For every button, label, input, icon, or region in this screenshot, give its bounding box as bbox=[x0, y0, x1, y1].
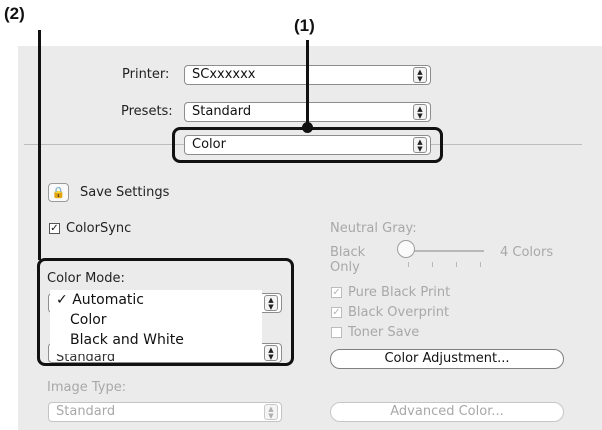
image-type-label: Image Type: bbox=[47, 380, 127, 395]
slider-right-label: 4 Colors bbox=[500, 245, 554, 260]
printer-label: Printer: bbox=[122, 67, 170, 82]
black-overprint-label: Black Overprint bbox=[348, 305, 450, 320]
slider-tick bbox=[408, 262, 409, 267]
neutral-gray-label: Neutral Gray: bbox=[330, 221, 417, 236]
toner-save-checkbox[interactable] bbox=[331, 327, 342, 338]
image-type-value: Standard bbox=[56, 404, 116, 419]
presets-value: Standard bbox=[192, 104, 252, 119]
callout-2-highlight bbox=[37, 258, 294, 366]
callout-1-line bbox=[306, 40, 309, 126]
colorsync-checkbox[interactable]: ✓ bbox=[49, 223, 60, 234]
colorsync-label: ColorSync bbox=[66, 221, 132, 236]
lock-icon[interactable]: 🔒 bbox=[48, 183, 69, 202]
slider-tick bbox=[480, 262, 481, 267]
pure-black-checkbox[interactable]: ✓ bbox=[331, 287, 342, 298]
color-adjustment-button[interactable]: Color Adjustment... bbox=[330, 349, 564, 369]
pure-black-label: Pure Black Print bbox=[348, 285, 451, 300]
slider-tick bbox=[456, 262, 457, 267]
black-overprint-checkbox[interactable]: ✓ bbox=[331, 307, 342, 318]
callout-2-line bbox=[38, 30, 41, 260]
stepper-icon: ▲ ▼ bbox=[413, 67, 427, 83]
save-settings-label: Save Settings bbox=[80, 185, 170, 200]
toner-save-label: Toner Save bbox=[348, 325, 420, 340]
slider-knob[interactable] bbox=[397, 240, 415, 258]
slider-left-label: Black bbox=[330, 245, 366, 260]
slider-left-label-2: Only bbox=[330, 260, 360, 275]
stepper-icon: ▲ ▼ bbox=[264, 404, 278, 420]
image-type-popup[interactable]: Standard ▲ ▼ bbox=[48, 402, 282, 422]
presets-label: Presets: bbox=[121, 104, 173, 119]
stepper-icon: ▲ ▼ bbox=[413, 104, 427, 120]
advanced-color-button[interactable]: Advanced Color... bbox=[330, 402, 564, 422]
callout-1: (1) bbox=[294, 16, 315, 35]
printer-value: SCxxxxxx bbox=[192, 67, 256, 82]
callout-2: (2) bbox=[4, 4, 25, 23]
callout-1-dot bbox=[302, 122, 313, 133]
slider-tick bbox=[432, 262, 433, 267]
